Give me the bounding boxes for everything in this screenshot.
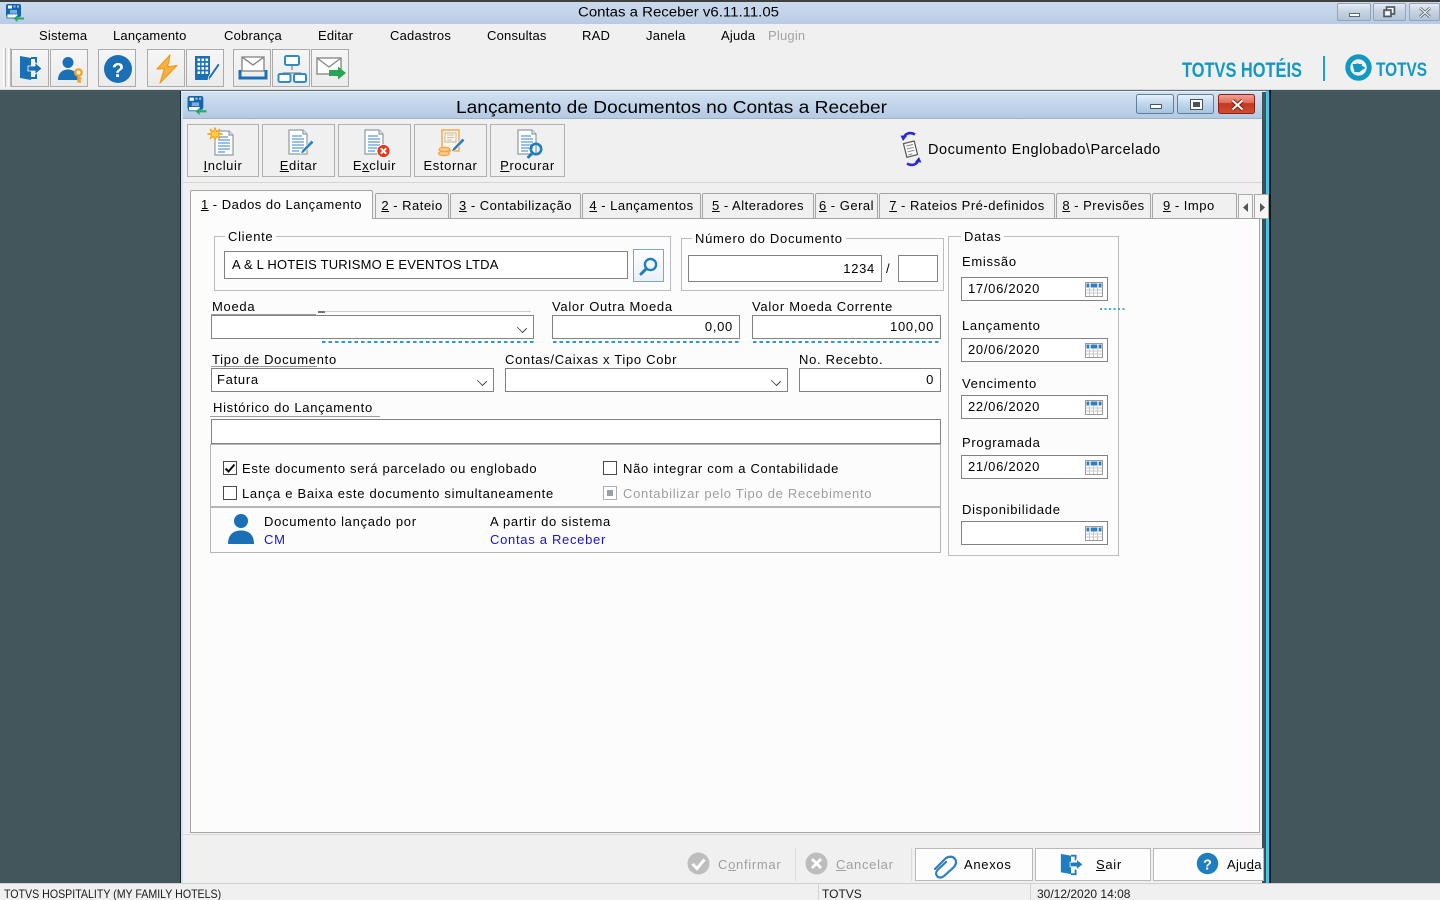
svg-text:Lançamento de Documentos no Co: Lançamento de Documentos no Contas a Rec… [456,97,887,117]
svg-text:TOTVS HOTÉIS: TOTVS HOTÉIS [1182,59,1302,82]
svg-text:?: ? [1203,857,1212,873]
svg-text:Contas a Receber v6.11.11.05: Contas a Receber v6.11.11.05 [578,5,779,20]
svg-text:TOTVS: TOTVS [1376,60,1427,81]
svg-text:?: ? [112,60,124,82]
